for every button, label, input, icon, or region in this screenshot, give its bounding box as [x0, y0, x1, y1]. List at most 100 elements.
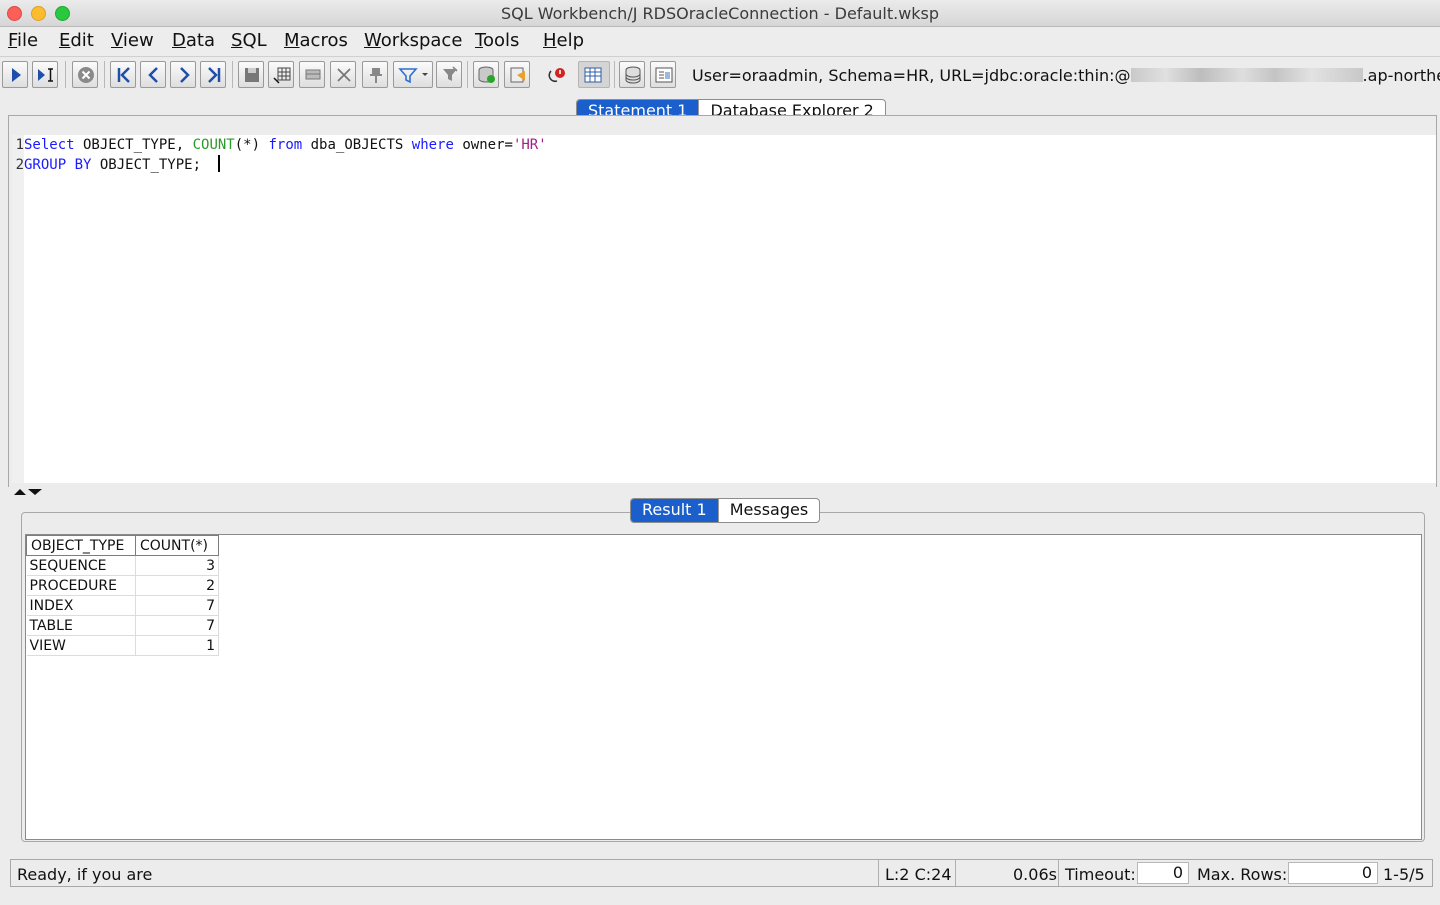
document-icon: [655, 67, 673, 83]
table-row[interactable]: VIEW 1: [26, 635, 219, 656]
table-insert-icon: [273, 67, 291, 84]
code-token: owner=: [453, 137, 513, 153]
table-cell[interactable]: 7: [135, 595, 219, 616]
chevron-left-icon: [148, 67, 158, 83]
status-bar: Ready, if you are L:2 C:24 0.06s Timeout…: [10, 859, 1433, 887]
stop-icon: [78, 67, 94, 83]
window-title: SQL Workbench/J RDSOracleConnection - De…: [500, 4, 940, 23]
execution-time: 0.06s: [1013, 865, 1057, 884]
alert-icon: [548, 68, 565, 83]
menu-edit[interactable]: Edit: [59, 30, 94, 51]
table-cell[interactable]: SEQUENCE: [26, 555, 136, 576]
menu-bar: File Edit View Data SQL Macros Workspace…: [0, 27, 1440, 55]
max-rows-label: Max. Rows:: [1197, 865, 1288, 884]
execute-current-button[interactable]: [32, 61, 58, 88]
copy-row-button[interactable]: [299, 61, 325, 88]
code-token: dba_OBJECTS: [302, 137, 412, 153]
table-header-row: OBJECT_TYPE COUNT(*): [26, 535, 219, 556]
delete-row-button[interactable]: [330, 61, 356, 88]
status-message: Ready, if you are: [17, 865, 153, 884]
chevron-right-icon: [180, 67, 190, 83]
timeout-field[interactable]: 0: [1137, 862, 1189, 884]
table-cell[interactable]: INDEX: [26, 595, 136, 616]
table-row[interactable]: TABLE 7: [26, 615, 219, 636]
first-statement-button[interactable]: [110, 61, 136, 88]
reset-filter-button[interactable]: [436, 61, 462, 88]
rollback-button[interactable]: [504, 61, 530, 88]
disk-icon: [245, 68, 259, 82]
menu-view[interactable]: View: [111, 30, 154, 51]
table-cell[interactable]: 7: [135, 615, 219, 636]
database-rollback-icon: [510, 67, 525, 83]
code-token: (*): [234, 137, 269, 153]
stop-button[interactable]: [72, 61, 98, 88]
menu-file[interactable]: File: [8, 30, 38, 51]
object-info-button[interactable]: [619, 61, 645, 88]
toolbar: User=oraadmin, Schema=HR, URL=jdbc:oracl…: [0, 56, 1440, 92]
table-cell[interactable]: TABLE: [26, 615, 136, 636]
code-line-1: 1Select OBJECT_TYPE, COUNT(*) from dba_O…: [12, 137, 547, 153]
line-number-gutter: [12, 135, 24, 483]
connection-info-prefix: User=oraadmin, Schema=HR, URL=jdbc:oracl…: [692, 66, 1131, 85]
database-icon: [625, 66, 641, 84]
line-number: 1: [15, 137, 24, 153]
result-grid-pane[interactable]: OBJECT_TYPE COUNT(*) SEQUENCE 3 PROCEDURE…: [25, 534, 1422, 840]
save-button[interactable]: [238, 61, 264, 88]
table-row[interactable]: PROCEDURE 2: [26, 575, 219, 596]
menu-tools[interactable]: Tools: [475, 30, 519, 51]
column-header-object-type[interactable]: OBJECT_TYPE: [26, 535, 136, 556]
line-number: 2: [15, 157, 24, 173]
play-icon: [12, 68, 21, 82]
code-token: OBJECT_TYPE;: [91, 157, 218, 173]
code-token: GROUP BY: [24, 157, 92, 173]
max-rows-field[interactable]: 0: [1288, 862, 1378, 884]
filter-button[interactable]: [393, 61, 433, 88]
last-statement-button[interactable]: [200, 61, 226, 88]
connection-info-suffix: .ap-northeast-: [1362, 66, 1440, 85]
result-table: OBJECT_TYPE COUNT(*) SEQUENCE 3 PROCEDURE…: [26, 535, 219, 656]
autocommit-button[interactable]: [544, 61, 570, 88]
menu-help[interactable]: Help: [543, 30, 584, 51]
menu-data[interactable]: Data: [172, 30, 215, 51]
play-cursor-icon: [38, 68, 53, 82]
code-token: 'HR': [512, 137, 547, 153]
table-cell[interactable]: 2: [135, 575, 219, 596]
table-icon: [584, 67, 602, 83]
text-caret: [217, 155, 220, 172]
menu-sql[interactable]: SQL: [231, 30, 267, 51]
next-statement-button[interactable]: [170, 61, 196, 88]
column-header-count[interactable]: COUNT(*): [135, 535, 219, 556]
title-bar: SQL Workbench/J RDSOracleConnection - De…: [0, 0, 1440, 27]
code-token: Select: [24, 137, 75, 153]
sql-editor[interactable]: 1Select OBJECT_TYPE, COUNT(*) from dba_O…: [12, 135, 1436, 483]
tab-messages[interactable]: Messages: [717, 499, 819, 522]
table-cell[interactable]: 3: [135, 555, 219, 576]
commit-button[interactable]: [473, 61, 499, 88]
database-explorer-button[interactable]: [578, 61, 610, 88]
code-line-2: 2GROUP BY OBJECT_TYPE;: [12, 155, 220, 173]
show-dbms-output-button[interactable]: [650, 61, 676, 88]
timeout-label: Timeout:: [1065, 865, 1136, 884]
table-row[interactable]: SEQUENCE 3: [26, 555, 219, 576]
menu-macros[interactable]: Macros: [284, 30, 348, 51]
table-cell[interactable]: VIEW: [26, 635, 136, 656]
splitter-arrows[interactable]: [14, 484, 44, 502]
redacted-host: [1130, 68, 1363, 82]
menu-workspace[interactable]: Workspace: [364, 30, 462, 51]
cursor-position: L:2 C:24: [885, 865, 952, 884]
previous-statement-button[interactable]: [140, 61, 166, 88]
tab-result-1[interactable]: Result 1: [631, 499, 718, 522]
database-commit-icon: [478, 66, 495, 83]
code-token: COUNT: [192, 137, 235, 153]
splitter-arrows-icon: [14, 489, 42, 495]
close-icon: [337, 68, 351, 82]
pin-button[interactable]: [362, 61, 388, 88]
table-cell[interactable]: PROCEDURE: [26, 575, 136, 596]
table-cell[interactable]: 1: [135, 635, 219, 656]
code-token: where: [411, 137, 454, 153]
insert-row-button[interactable]: [268, 61, 294, 88]
execute-button[interactable]: [2, 61, 28, 88]
pin-icon: [370, 68, 382, 83]
connection-info: User=oraadmin, Schema=HR, URL=jdbc:oracl…: [692, 66, 1440, 85]
table-row[interactable]: INDEX 7: [26, 595, 219, 616]
